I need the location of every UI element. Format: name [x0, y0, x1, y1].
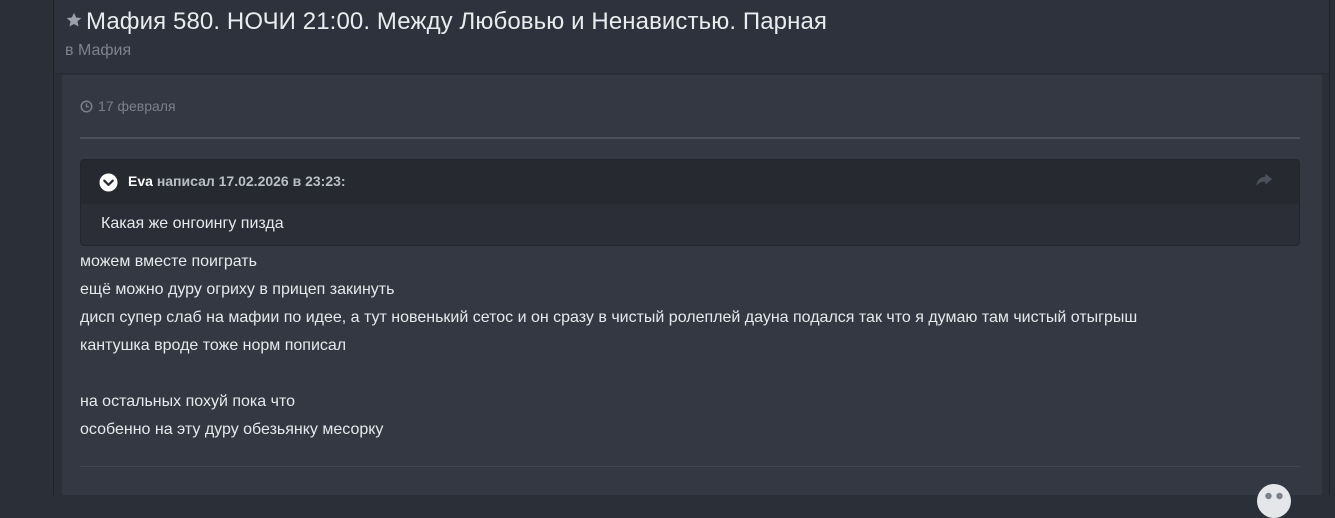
post-line: дисп супер слаб на мафии по идее, а тут …	[80, 309, 1138, 326]
post-line: особенно на эту дуру обезьянку месорку	[80, 421, 384, 438]
quote-author[interactable]: Eva	[128, 173, 153, 189]
post-line-blank	[80, 363, 1137, 391]
divider	[80, 137, 1300, 139]
post-line: кантушка вроде тоже норм пописал	[80, 337, 347, 354]
scrollbar-track[interactable]	[1329, 0, 1335, 495]
post-content: можем вместе поиграть ещё можно дуру огр…	[80, 251, 1137, 447]
star-icon[interactable]	[65, 11, 83, 29]
left-rail	[0, 0, 54, 495]
share-icon[interactable]	[1255, 172, 1273, 188]
clock-icon	[80, 99, 93, 113]
quote-meta: написал 17.02.2026 в 23:23:	[156, 173, 346, 189]
forum-link[interactable]: в Мафия	[65, 42, 131, 60]
topic-title: Мафия 580. НОЧИ 21:00. Между Любовью и Н…	[86, 8, 828, 35]
post-date-text: 17 февраля	[98, 98, 176, 114]
quote: Eva написал 17.02.2026 в 23:23: Какая же…	[80, 159, 1300, 246]
quote-text: Какая же онгоингу пизда	[101, 215, 284, 232]
chevron-down-icon[interactable]	[99, 173, 118, 192]
post-line: можем вместе поиграть	[80, 253, 257, 270]
post-line: ещё можно дуру огриху в прицеп закинуть	[80, 281, 395, 298]
divider	[80, 466, 1300, 467]
post-line: на остальных похуй пока что	[80, 393, 295, 410]
quote-citation: Eva написал 17.02.2026 в 23:23:	[128, 173, 346, 189]
reaction-icon[interactable]	[1257, 484, 1291, 518]
post-date[interactable]: 17 февраля	[80, 98, 176, 114]
